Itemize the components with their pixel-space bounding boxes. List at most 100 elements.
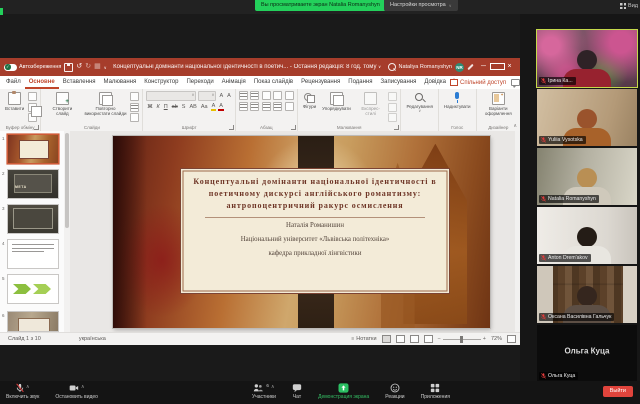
copy-icon[interactable]: [28, 103, 37, 112]
scrollbar-thumb[interactable]: [65, 133, 69, 228]
quick-access-caret-icon[interactable]: ∨: [104, 65, 107, 70]
section-icon[interactable]: [130, 113, 139, 122]
stop-video-button[interactable]: ∧ Остановить видео: [55, 383, 98, 400]
tab-slideshow[interactable]: Показ слайдів: [250, 76, 297, 89]
fit-slide-button[interactable]: [507, 335, 516, 343]
slide-thumbnail-3[interactable]: [8, 205, 58, 233]
dictate-button[interactable]: Надиктувати: [442, 91, 473, 110]
align-left-icon[interactable]: [239, 102, 248, 111]
arrange-button[interactable]: Упорядкувати: [320, 91, 353, 112]
tab-record[interactable]: Записування: [376, 76, 420, 89]
strikethrough-button[interactable]: ab: [171, 104, 179, 110]
paste-button[interactable]: Вставити: [3, 91, 26, 112]
italic-button[interactable]: К: [155, 104, 160, 110]
participant-tile[interactable]: Anton Drem'akov: [537, 207, 637, 264]
bullets-icon[interactable]: [239, 91, 248, 100]
account-user-name[interactable]: Nataliya Romanyshyn: [399, 64, 453, 70]
ribbon-collapse-button[interactable]: ∧: [513, 123, 517, 129]
search-icon[interactable]: [388, 63, 396, 71]
numbering-icon[interactable]: [250, 91, 259, 100]
chat-button[interactable]: Чат: [292, 383, 302, 400]
char-spacing-button[interactable]: АВ: [188, 104, 197, 110]
tab-draw[interactable]: Малювання: [100, 76, 141, 89]
pen-icon[interactable]: [467, 64, 473, 70]
highlight-color-button[interactable]: А: [211, 103, 217, 111]
bold-button[interactable]: Ж: [146, 104, 153, 110]
redo-icon[interactable]: ↻: [85, 58, 91, 76]
reset-slide-icon[interactable]: [130, 103, 139, 112]
zoom-level[interactable]: 72%: [491, 336, 502, 342]
tab-insert[interactable]: Вставлення: [59, 76, 100, 89]
leave-button[interactable]: Выйти: [603, 386, 633, 397]
layout-icon[interactable]: [130, 92, 139, 101]
view-normal-button[interactable]: [382, 335, 391, 343]
shapes-button[interactable]: Фігури: [301, 91, 318, 110]
tab-help[interactable]: Довідка: [420, 76, 450, 89]
tab-transitions[interactable]: Переходи: [182, 76, 217, 89]
justify-icon[interactable]: [273, 102, 282, 111]
view-reading-button[interactable]: [410, 335, 419, 343]
start-presentation-icon[interactable]: ▦: [94, 58, 101, 76]
tab-home[interactable]: Основне: [25, 76, 59, 89]
editor-scrollbar[interactable]: [515, 131, 520, 333]
tab-file[interactable]: Файл: [2, 76, 25, 89]
zoom-out-button[interactable]: −: [438, 336, 441, 342]
zoom-in-button[interactable]: +: [483, 336, 486, 342]
participants-button[interactable]: 6 ∧ Участники: [252, 383, 276, 400]
editing-button[interactable]: Редагування ∨: [404, 91, 434, 115]
participant-tile[interactable]: Оксана Василівна Гальчук: [537, 266, 637, 323]
view-layout-button[interactable]: Вид: [620, 1, 638, 11]
slide-thumbnail-2[interactable]: МЕТА: [8, 170, 58, 198]
slide-thumbnail-1[interactable]: [8, 135, 58, 163]
notes-button[interactable]: Нотатки: [351, 336, 376, 342]
slide-canvas[interactable]: Концептуальні домінанти національної іде…: [113, 136, 490, 328]
thumbnail-scrollbar[interactable]: [64, 131, 70, 333]
zoom-slider-knob[interactable]: [460, 336, 463, 343]
title-text-box[interactable]: Концептуальні домінанти національної іде…: [180, 168, 450, 294]
text-shadow-button[interactable]: S: [181, 104, 187, 110]
tab-review[interactable]: Рецензування: [297, 76, 344, 89]
save-icon[interactable]: [64, 63, 73, 72]
font-size-select[interactable]: [198, 91, 216, 101]
drawing-dialog-launcher[interactable]: [394, 125, 399, 130]
font-dialog-launcher[interactable]: [229, 125, 234, 130]
shrink-font-button[interactable]: А: [226, 93, 232, 99]
video-options-caret-icon[interactable]: ∧: [81, 384, 85, 390]
font-color-button[interactable]: А: [218, 103, 224, 111]
font-family-select[interactable]: [146, 91, 196, 101]
slide-thumbnail-4[interactable]: [8, 240, 58, 268]
underline-button[interactable]: П: [163, 104, 169, 110]
align-center-icon[interactable]: [250, 102, 259, 111]
view-sorter-button[interactable]: [396, 335, 405, 343]
quick-styles-button[interactable]: Експрес-стилі: [355, 91, 387, 118]
shape-outline-icon[interactable]: [388, 103, 397, 112]
slide-thumbnail-5[interactable]: [8, 275, 58, 303]
comments-icon[interactable]: [511, 79, 520, 86]
avatar[interactable]: NR: [455, 63, 464, 72]
design-ideas-button[interactable]: Варіанти оформлення: [480, 91, 518, 118]
slide-thumbnail-6[interactable]: [8, 312, 58, 331]
shape-fill-icon[interactable]: [388, 92, 397, 101]
participants-caret-icon[interactable]: ∧: [271, 384, 275, 390]
unmute-button[interactable]: ∧ Включить звук: [6, 383, 39, 400]
view-settings-button[interactable]: Настройки просмотра ∨: [384, 0, 458, 11]
columns-icon[interactable]: [285, 102, 294, 111]
language-indicator[interactable]: українська: [79, 336, 106, 342]
share-button[interactable]: Спільний доступ: [450, 79, 506, 86]
participant-tile[interactable]: Ірина Ка...: [537, 30, 637, 87]
change-case-button[interactable]: Аа: [200, 104, 209, 110]
new-slide-button[interactable]: Створити слайд: [44, 91, 80, 118]
undo-icon[interactable]: ↺: [76, 58, 82, 76]
cut-icon[interactable]: [28, 92, 37, 101]
reuse-slides-button[interactable]: Повторно використати слайди: [82, 91, 128, 118]
restore-button[interactable]: [490, 58, 503, 76]
participant-tile[interactable]: Yuliia Vysotska: [537, 89, 637, 146]
zoom-slider[interactable]: [443, 339, 481, 340]
line-spacing-icon[interactable]: [285, 91, 294, 100]
tab-view[interactable]: Подання: [344, 76, 376, 89]
view-slideshow-button[interactable]: [424, 335, 433, 343]
grow-font-button[interactable]: А: [218, 93, 224, 99]
autosave-toggle[interactable]: Автозбереження: [4, 64, 61, 71]
minimize-button[interactable]: ─: [477, 58, 490, 76]
shape-effects-icon[interactable]: [388, 113, 397, 122]
